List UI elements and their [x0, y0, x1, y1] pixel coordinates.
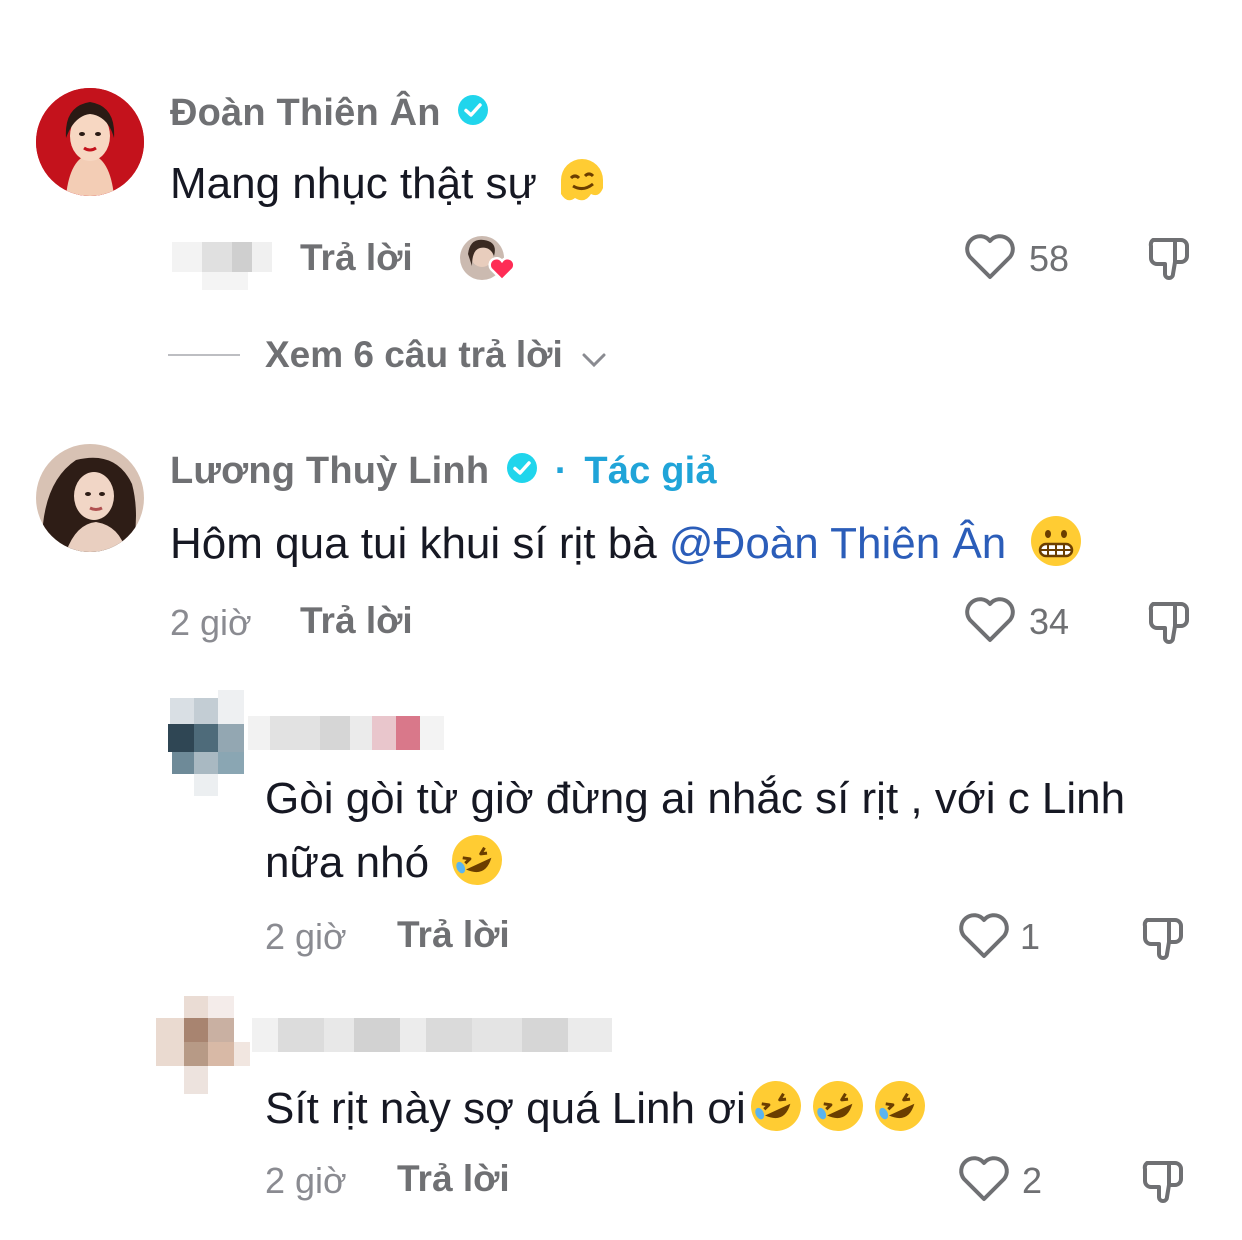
username-text[interactable]: Lương Thuỳ Linh: [170, 450, 489, 492]
mention-link[interactable]: @Đoàn Thiên Ân: [669, 519, 1006, 568]
like-count: 1: [1020, 916, 1041, 957]
dislike-icon[interactable]: [1137, 1155, 1189, 1212]
view-replies-divider: [168, 354, 240, 356]
avatar-doan-thien-an[interactable]: [36, 88, 144, 196]
author-separator: ·: [554, 450, 568, 492]
reply-text-line1: Gòi gòi từ giờ đừng ai nhắc sí rịt , với…: [265, 774, 1126, 823]
melting-face-icon: [555, 154, 609, 219]
reply-time: 2 giờ: [265, 916, 347, 957]
verified-badge-icon: [506, 451, 538, 494]
comment-text: Hôm qua tui khui sí rịt bà @Đoàn Thiên Â…: [170, 514, 1083, 579]
rolling-laughing-icon: [810, 1078, 866, 1145]
heart-badge-icon: [488, 256, 516, 287]
chevron-down-icon: [581, 336, 607, 378]
blurred-time: [150, 238, 275, 290]
dislike-icon[interactable]: [1143, 232, 1195, 289]
dislike-icon[interactable]: [1143, 596, 1195, 653]
reply-text-line2: nữa nhó: [265, 832, 505, 899]
dislike-icon[interactable]: [1137, 912, 1189, 969]
view-replies-button[interactable]: Xem 6 câu trả lời: [265, 334, 607, 378]
like-count: 2: [1022, 1160, 1043, 1201]
comment-username[interactable]: Lương Thuỳ Linh · Tác giả: [170, 450, 717, 494]
author-tag: Tác giả: [584, 450, 717, 492]
like-heart-icon[interactable]: [958, 912, 1010, 965]
reply-button[interactable]: Trả lời: [397, 1158, 510, 1200]
blurred-username[interactable]: [252, 1018, 614, 1054]
reply-button[interactable]: Trả lời: [300, 600, 413, 642]
blurred-avatar[interactable]: [156, 994, 252, 1098]
reply-button[interactable]: Trả lời: [300, 237, 413, 279]
rolling-laughing-icon: [748, 1078, 804, 1145]
like-heart-icon[interactable]: [958, 1155, 1010, 1208]
like-count: 58: [1029, 238, 1070, 279]
rolling-laughing-icon: [449, 832, 505, 899]
comment-text: Mang nhục thật sự: [170, 154, 609, 219]
comment-time: 2 giờ: [170, 602, 252, 643]
like-count: 34: [1029, 601, 1070, 642]
reply-button[interactable]: Trả lời: [397, 914, 510, 956]
blurred-username[interactable]: [248, 714, 448, 752]
avatar-luong-thuy-linh[interactable]: [36, 444, 144, 552]
view-replies-label: Xem 6 câu trả lời: [265, 334, 563, 375]
grimacing-face-icon: [1029, 514, 1083, 579]
reply-time: 2 giờ: [265, 1160, 347, 1201]
like-heart-icon[interactable]: [964, 233, 1016, 286]
like-heart-icon[interactable]: [964, 596, 1016, 649]
comment-username[interactable]: Đoàn Thiên Ân: [170, 92, 489, 136]
reply-text: Sít rịt này sợ quá Linh ơi: [265, 1078, 928, 1145]
username-text[interactable]: Đoàn Thiên Ân: [170, 92, 441, 134]
rolling-laughing-icon: [872, 1078, 928, 1145]
verified-badge-icon: [457, 93, 489, 136]
blurred-avatar[interactable]: [168, 690, 248, 798]
